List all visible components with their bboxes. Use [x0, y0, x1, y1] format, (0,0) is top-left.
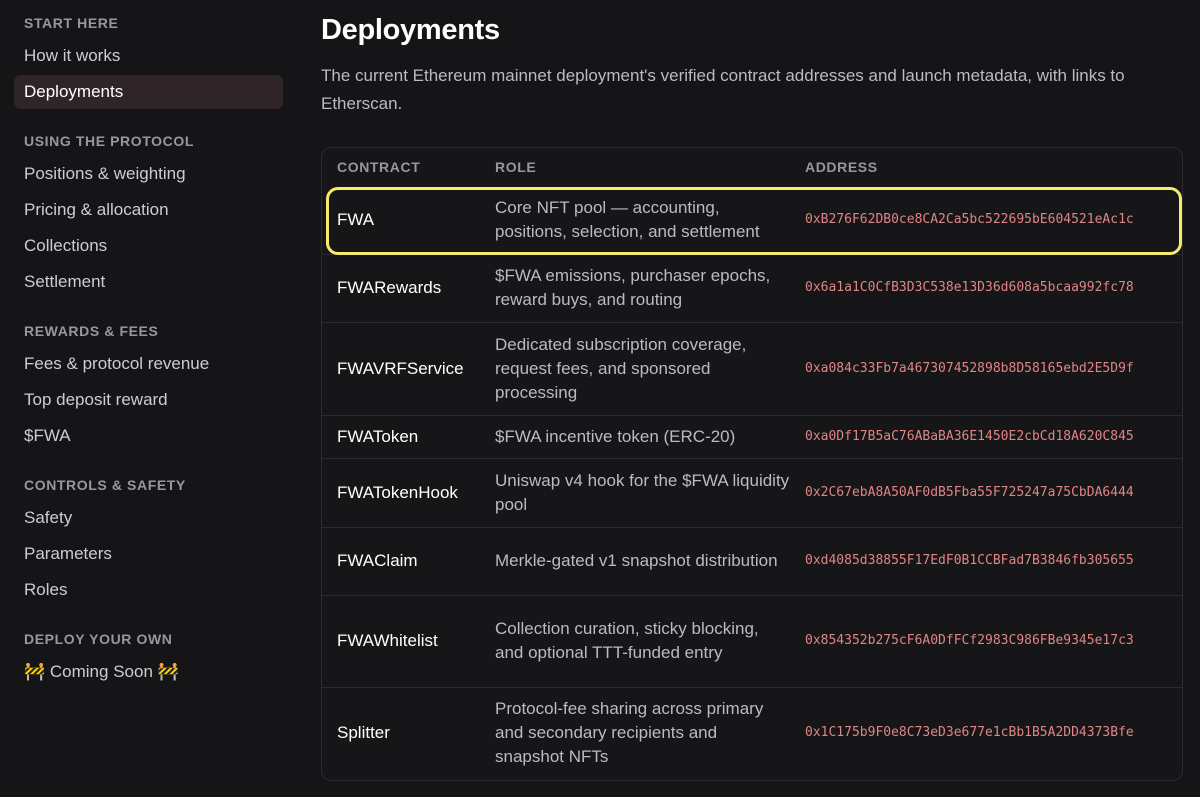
nav-section-deploy-your-own: DEPLOY YOUR OWN 🚧 Coming Soon 🚧 [0, 629, 298, 689]
nav-list: Positions & weighting Pricing & allocati… [0, 157, 298, 299]
address-cell: 0xa084c33Fb7a467307452898b8D58165ebd2E5D… [790, 321, 1182, 415]
nav-section-rewards-fees: REWARDS & FEES Fees & protocol revenue T… [0, 321, 298, 453]
sidebar-item-roles[interactable]: Roles [14, 573, 283, 607]
sidebar-item-fwa-token[interactable]: $FWA [14, 419, 283, 453]
table-row: FWA Core NFT pool — accounting, position… [322, 186, 1182, 254]
contract-name: FWAToken [322, 414, 480, 458]
contract-name: FWA [337, 209, 375, 229]
sidebar-item-positions-weighting[interactable]: Positions & weighting [14, 157, 283, 191]
contract-name: FWARewards [322, 253, 480, 322]
main-content: Deployments The current Ethereum mainnet… [321, 0, 1183, 797]
contract-name: FWAWhitelist [322, 594, 480, 687]
sidebar-item-collections[interactable]: Collections [14, 229, 283, 263]
nav-heading: REWARDS & FEES [24, 323, 159, 339]
sidebar-item-safety[interactable]: Safety [14, 501, 283, 535]
address-cell: 0x6a1a1C0CfB3D3C538e13D36d608a5bcaa992fc… [790, 253, 1182, 322]
sidebar-item-deployments[interactable]: Deployments [14, 75, 283, 109]
table-header-row: CONTRACT ROLE ADDRESS [322, 148, 1182, 186]
column-header-contract: CONTRACT [337, 159, 421, 175]
table-row: FWATokenHook Uniswap v4 hook for the $FW… [322, 457, 1182, 527]
page-title: Deployments [321, 14, 500, 46]
address-cell: 0xa0Df17B5aC76ABaBA36E1450E2cbCd18A620C8… [790, 414, 1182, 458]
sidebar-item-settlement[interactable]: Settlement [14, 265, 283, 299]
table-row: Splitter Protocol-fee sharing across pri… [322, 686, 1182, 778]
contract-role: Core NFT pool — accounting, positions, s… [495, 197, 760, 241]
contract-name: FWAVRFService [322, 321, 480, 415]
address-link[interactable]: 0x1C175b9F0e8C73eD3e677e1cBb1B5A2DD4373B… [805, 725, 1134, 740]
sidebar-item-fees-protocol-revenue[interactable]: Fees & protocol revenue [14, 347, 283, 381]
address-cell: 0x854352b275cF6A0DfFCf2983C986FBe9345e17… [790, 594, 1182, 687]
app-root: START HERE How it works Deployments USIN… [0, 0, 1200, 797]
sidebar-item-pricing-allocation[interactable]: Pricing & allocation [14, 193, 283, 227]
address-link[interactable]: 0xd4085d38855F17EdF0B1CCBFad7B3846fb3056… [805, 553, 1134, 568]
deployments-table-container: CONTRACT ROLE ADDRESS FWA Core NFT pool … [321, 147, 1183, 781]
sidebar-item-parameters[interactable]: Parameters [14, 537, 283, 571]
nav-section-using-the-protocol: USING THE PROTOCOL Positions & weighting… [0, 131, 298, 299]
nav-heading: START HERE [24, 15, 119, 31]
table-row: FWAWhitelist Collection curation, sticky… [322, 594, 1182, 687]
address-link[interactable]: 0x6a1a1C0CfB3D3C538e13D36d608a5bcaa992fc… [805, 280, 1134, 295]
table-row: FWAVRFService Dedicated subscription cov… [322, 321, 1182, 415]
sidebar-item-top-deposit-reward[interactable]: Top deposit reward [14, 383, 283, 417]
address-cell: 0x1C175b9F0e8C73eD3e677e1cBb1B5A2DD4373B… [790, 686, 1182, 778]
contract-role: Uniswap v4 hook for the $FWA liquidity p… [480, 457, 790, 527]
table-row: FWAToken $FWA incentive token (ERC-20) 0… [322, 414, 1182, 458]
contract-role: $FWA incentive token (ERC-20) [480, 414, 790, 458]
address-link[interactable]: 0xa0Df17B5aC76ABaBA36E1450E2cbCd18A620C8… [805, 429, 1134, 444]
nav-heading: CONTROLS & SAFETY [24, 477, 186, 493]
page-description: The current Ethereum mainnet deployment'… [321, 66, 1125, 113]
contract-role: Dedicated subscription coverage, request… [480, 321, 790, 415]
address-cell: 0xd4085d38855F17EdF0B1CCBFad7B3846fb3056… [790, 526, 1182, 595]
contract-name: FWAClaim [322, 526, 480, 595]
nav-list: How it works Deployments [0, 39, 298, 109]
sidebar: START HERE How it works Deployments USIN… [0, 0, 298, 797]
contract-name: FWATokenHook [322, 457, 480, 527]
contract-name: Splitter [322, 686, 480, 778]
address-link[interactable]: 0x2C67ebA8A50AF0dB5Fba55F725247a75CbDA64… [805, 485, 1134, 500]
contract-role: Merkle-gated v1 snapshot distribution [480, 526, 790, 595]
sidebar-item-coming-soon[interactable]: 🚧 Coming Soon 🚧 [14, 655, 283, 689]
table-row: FWAClaim Merkle-gated v1 snapshot distri… [322, 526, 1182, 595]
address-cell: 0xB276F62DB0ce8CA2Ca5bc522695bE604521eAc… [790, 186, 1182, 254]
nav-heading: USING THE PROTOCOL [24, 133, 194, 149]
deployments-table: CONTRACT ROLE ADDRESS FWA Core NFT pool … [322, 148, 1182, 778]
contract-role: Collection curation, sticky blocking, an… [480, 594, 790, 687]
nav-list: Safety Parameters Roles [0, 501, 298, 607]
nav-list: Fees & protocol revenue Top deposit rewa… [0, 347, 298, 453]
address-link[interactable]: 0xa084c33Fb7a467307452898b8D58165ebd2E5D… [805, 361, 1134, 376]
address-cell: 0x2C67ebA8A50AF0dB5Fba55F725247a75CbDA64… [790, 457, 1182, 527]
nav-list: 🚧 Coming Soon 🚧 [0, 655, 298, 689]
contract-role: Protocol-fee sharing across primary and … [480, 686, 790, 778]
nav-section-controls-safety: CONTROLS & SAFETY Safety Parameters Role… [0, 475, 298, 607]
address-link[interactable]: 0x854352b275cF6A0DfFCf2983C986FBe9345e17… [805, 633, 1134, 648]
contract-role: $FWA emissions, purchaser epochs, reward… [480, 253, 790, 322]
nav-heading: DEPLOY YOUR OWN [24, 631, 173, 647]
address-link[interactable]: 0xB276F62DB0ce8CA2Ca5bc522695bE604521eAc… [805, 212, 1134, 227]
sidebar-item-how-it-works[interactable]: How it works [14, 39, 283, 73]
table-row: FWARewards $FWA emissions, purchaser epo… [322, 253, 1182, 322]
column-header-address: ADDRESS [805, 159, 878, 175]
column-header-role: ROLE [495, 159, 537, 175]
nav-section-start-here: START HERE How it works Deployments [0, 13, 298, 109]
